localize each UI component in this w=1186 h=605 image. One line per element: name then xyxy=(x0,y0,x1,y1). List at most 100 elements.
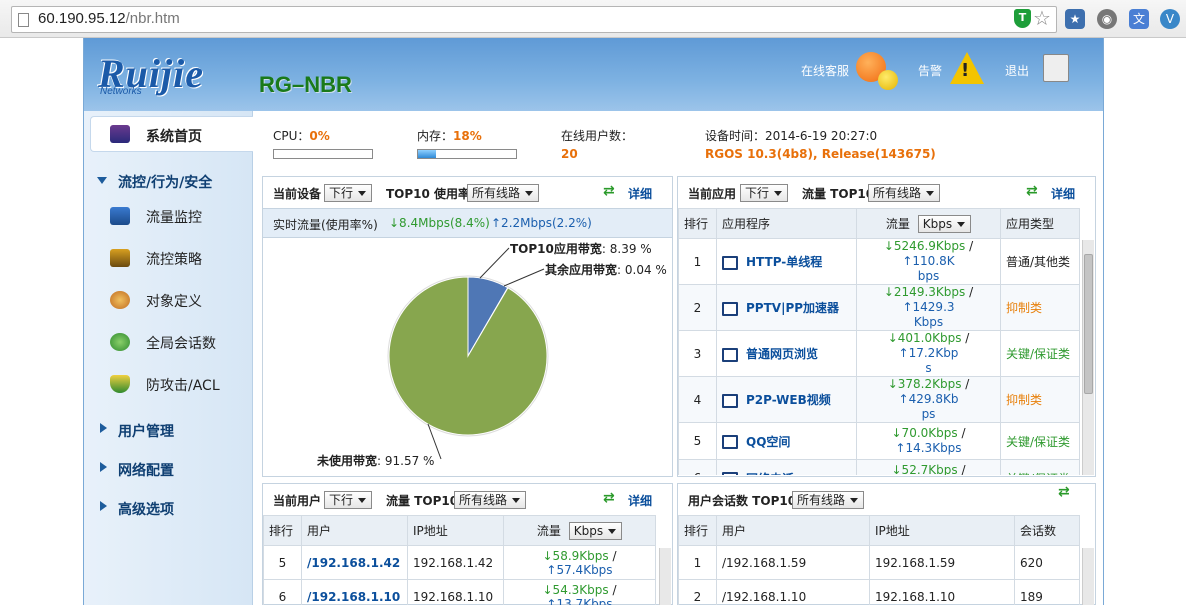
alarm-link[interactable]: 告警 xyxy=(918,62,942,79)
sidebar-item-anti-attack[interactable]: 防攻击/ACL xyxy=(146,375,220,395)
app-direction-select[interactable]: 下行 xyxy=(740,184,789,202)
app-icon xyxy=(722,347,738,362)
col-flow: 流量 Kbps xyxy=(503,515,656,546)
online-service-link[interactable]: 在线客服 xyxy=(801,62,849,79)
user-panel-subtitle: 流量 TOP10 xyxy=(386,494,459,508)
app-name-cell[interactable]: 普通网页浏览 xyxy=(716,330,857,377)
device-panel-subtitle: TOP10 使用率 xyxy=(386,187,471,201)
flow-up: ↑57.4Kbps xyxy=(546,562,613,577)
expand-arrow-icon[interactable] xyxy=(100,462,107,472)
sidebar-group-advanced[interactable]: 高级选项 xyxy=(118,499,174,519)
rank-cell: 1 xyxy=(678,545,717,580)
app-name-link[interactable]: QQ空间 xyxy=(746,435,790,449)
user-link[interactable]: /192.168.1.42 xyxy=(301,545,408,580)
sidebar-home-label[interactable]: 系统首页 xyxy=(146,126,202,146)
device-direction-select[interactable]: 下行 xyxy=(324,184,373,202)
memory-value: 18% xyxy=(453,129,482,143)
app-name-link[interactable]: P2P-WEB视频 xyxy=(746,393,831,407)
app-name-link[interactable]: 网络电话 xyxy=(746,472,794,476)
sidebar-item-traffic-monitor[interactable]: 流量监控 xyxy=(146,207,202,227)
table-row: 2 PPTV|PP加速器 ↓2149.3Kbps / ↑1429.3 Kbps 抑制类 xyxy=(678,284,1080,331)
user-scrollbar[interactable] xyxy=(659,548,671,605)
sidebar-group-network[interactable]: 网络配置 xyxy=(118,460,174,480)
device-line-select[interactable]: 所有线路 xyxy=(467,184,540,202)
user-direction-select[interactable]: 下行 xyxy=(324,491,373,509)
sidebar-item-flow-policy[interactable]: 流控策略 xyxy=(146,249,202,269)
url-text[interactable]: 60.190.95.12/nbr.htm xyxy=(38,10,180,27)
refresh-icon[interactable]: ⇄ xyxy=(1026,183,1038,199)
flow-up: ↑429.8Kb xyxy=(898,392,959,406)
refresh-icon[interactable]: ⇄ xyxy=(1058,484,1070,500)
app-name-cell[interactable]: HTTP-单线程 xyxy=(716,238,857,285)
flow-down: ↓378.2Kbps xyxy=(887,377,962,391)
online-service-icon-small[interactable] xyxy=(878,70,898,90)
session-count-cell: 189 xyxy=(1014,579,1080,605)
exit-door-icon[interactable] xyxy=(1043,54,1069,82)
user-detail-link[interactable]: 详细 xyxy=(628,492,652,509)
device-time: 设备时间：2014-6-19 20:27:0 xyxy=(705,127,877,144)
flow-sep: / xyxy=(608,548,617,563)
user-link[interactable]: /192.168.1.10 xyxy=(301,579,408,605)
app-name-cell[interactable]: QQ空间 xyxy=(716,422,857,460)
sidebar-item-object-def[interactable]: 对象定义 xyxy=(146,291,202,311)
session-line-select[interactable]: 所有线路 xyxy=(792,491,865,509)
flow-cell: ↓5246.9Kbps / ↑110.8K bps xyxy=(856,238,1001,285)
user-line-select[interactable]: 所有线路 xyxy=(454,491,527,509)
logout-link[interactable]: 退出 xyxy=(1005,62,1029,79)
session-scrollbar[interactable] xyxy=(1082,548,1094,605)
app-name-cell[interactable]: P2P-WEB视频 xyxy=(716,376,857,423)
palette-icon xyxy=(110,291,130,309)
flow-cell: ↓70.0Kbps / ↑14.3Kbps xyxy=(856,422,1001,460)
table-row: 5/192.168.1.42 192.168.1.42 ↓58.9Kbps / ↑5… xyxy=(263,545,656,580)
sidebar-item-sessions[interactable]: 全局会话数 xyxy=(146,333,216,353)
ip-cell: 192.168.1.42 xyxy=(407,545,504,580)
app-name-cell[interactable]: PPTV|PP加速器 xyxy=(716,284,857,331)
device-time-value: 2014-6-19 20:27:0 xyxy=(765,129,878,143)
app-name-link[interactable]: HTTP-单线程 xyxy=(746,255,822,269)
app-name-link[interactable]: PPTV|PP加速器 xyxy=(746,301,839,315)
expand-arrow-icon[interactable] xyxy=(100,423,107,433)
session-count-cell: 620 xyxy=(1014,545,1080,580)
refresh-icon[interactable]: ⇄ xyxy=(603,183,615,199)
translate-icon[interactable]: 文 xyxy=(1129,9,1149,29)
app-panel-subtitle: 流量 TOP10 xyxy=(802,187,875,201)
app-scrollbar[interactable] xyxy=(1082,240,1094,475)
sidebar-group-flow[interactable]: 流控/行为/安全 xyxy=(118,172,212,192)
app-name-link[interactable]: 普通网页浏览 xyxy=(746,347,818,361)
legend-rest-value: : 0.04 % xyxy=(617,263,667,277)
extension-globe-icon[interactable]: ◉ xyxy=(1097,9,1117,29)
app-table-viewport: 排行 应用程序 流量 Kbps 应用类型 1 HTTP-单线程 ↓5246.9Kbp… xyxy=(678,208,1080,475)
app-unit-select[interactable]: Kbps xyxy=(917,214,972,233)
monitor-icon xyxy=(110,125,130,143)
bookmark-star-icon[interactable]: ☆ xyxy=(1033,6,1051,30)
expand-arrow-icon[interactable] xyxy=(100,501,107,511)
app-type-cell: 关键/保证类 xyxy=(1000,422,1080,460)
address-bar[interactable]: 60.190.95.12/nbr.htm xyxy=(11,6,1057,33)
table-row: 1 HTTP-单线程 ↓5246.9Kbps / ↑110.8K bps 普通/其他类 xyxy=(678,238,1080,285)
table-row: 6/192.168.1.10 192.168.1.10 ↓54.3Kbps / ↑1… xyxy=(263,579,656,605)
app-icon xyxy=(722,435,738,449)
flow-down: ↓52.7Kbps xyxy=(891,463,958,475)
col-flow: 流量 Kbps xyxy=(856,208,1001,239)
collapse-arrow-icon[interactable] xyxy=(97,177,107,184)
security-shield-icon[interactable]: T xyxy=(1014,9,1031,28)
online-users-label: 在线用户数： xyxy=(561,129,634,143)
app-line-select[interactable]: 所有线路 xyxy=(868,184,941,202)
sidebar-group-user[interactable]: 用户管理 xyxy=(118,421,174,441)
refresh-icon[interactable]: ⇄ xyxy=(603,490,615,506)
memory-stat: 内存：18% xyxy=(417,127,482,144)
device-detail-link[interactable]: 详细 xyxy=(628,185,652,202)
extension-v-icon[interactable]: V xyxy=(1160,9,1180,29)
app-name-cell[interactable]: 网络电话 xyxy=(716,459,857,476)
flow-sep: / xyxy=(961,377,970,391)
realtime-label: 实时流量(使用率%) xyxy=(273,218,378,232)
extension-star-icon[interactable]: ★ xyxy=(1065,9,1085,29)
flow-cell: ↓54.3Kbps / ↑13.7Kbps xyxy=(503,579,656,605)
app-scrollbar-thumb[interactable] xyxy=(1084,254,1093,394)
user-unit-select[interactable]: Kbps xyxy=(568,521,623,540)
flow-sep: / xyxy=(957,463,966,475)
flow-sep: / xyxy=(965,239,974,253)
flow-up: ↑14.3Kbps xyxy=(895,441,962,455)
col-rank: 排行 xyxy=(678,515,717,546)
app-detail-link[interactable]: 详细 xyxy=(1051,185,1075,202)
